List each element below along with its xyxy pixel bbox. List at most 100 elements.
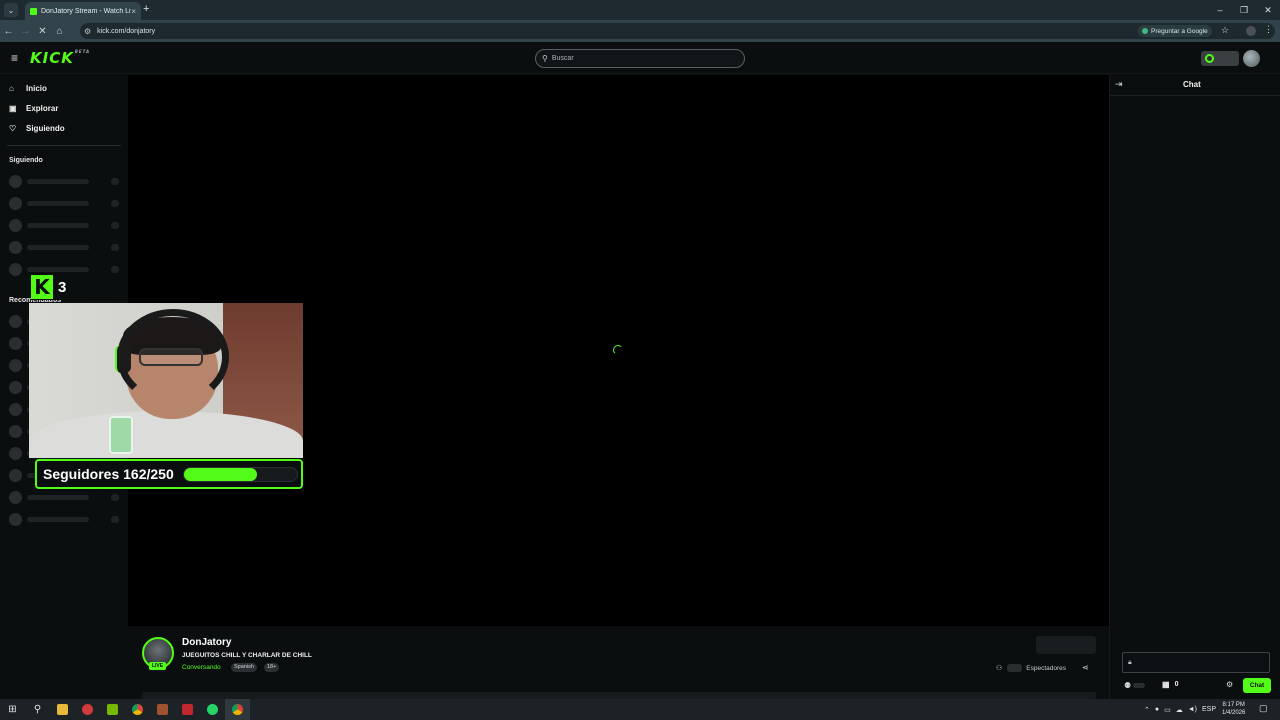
browser-tab-bar: ⌄ DonJatory Stream - Watch Live × + – ❐ … [0,0,1280,20]
explore-icon: ▣ [9,104,17,113]
system-tray: ⌃ ● ▭ ☁ ◄) ESP [1144,699,1221,720]
webcam-feed [29,303,303,458]
stream-category[interactable]: Conversando [182,664,221,671]
followers-progress-track [183,467,298,482]
bookmark-star-icon[interactable]: ☆ [1221,25,1229,36]
nvidia-icon[interactable] [100,699,125,720]
viewers-icon: ⚇ [996,665,1003,672]
file-explorer-icon[interactable] [50,699,75,720]
chat-settings-icon[interactable]: ⚙ [1226,680,1233,689]
close-window-button[interactable]: ✕ [1256,0,1280,20]
tab-search-icon[interactable]: ⌄ [4,3,18,17]
sidebar-item-siguiendo[interactable]: ♡ Siguiendo [9,124,65,133]
site-info-icon[interactable]: ⚙ [84,27,91,36]
url-field[interactable]: ⚙ kick.com/donjatory [80,23,1275,39]
search-box[interactable]: ⚲ [535,49,745,68]
emote-icon[interactable]: ⚉ [1124,681,1131,690]
forward-icon[interactable]: → [17,26,34,37]
new-tab-button[interactable]: + [143,3,149,15]
clock-time: 8:17 PM [1222,702,1245,708]
sidebar-item-inicio[interactable]: ⌂ Inicio [9,84,47,93]
kick-count-badge: K 3 [31,274,75,300]
tag-language[interactable]: Spanish [231,663,257,672]
stream-title: JUEGUITOS CHILL Y CHARLAR DE CHILL [182,652,312,659]
game-icon[interactable] [150,699,175,720]
chat-title: Chat [1183,80,1201,89]
tab-close-icon[interactable]: × [131,7,136,16]
viewers-label: Espectadores [1026,664,1067,672]
tab-title: DonJatory Stream - Watch Live [41,7,132,15]
chrome-icon[interactable] [125,699,150,720]
whatsapp-icon[interactable] [200,699,225,720]
kick-logo[interactable]: KICKBETA [30,49,90,67]
user-avatar[interactable] [1243,50,1260,67]
app-red-icon[interactable] [175,699,200,720]
chat-header: ⇥ Chat [1110,75,1280,96]
followers-goal-text: Seguidores 162/250 [43,466,174,482]
channel-skeleton [9,491,121,504]
volume-icon[interactable]: ◄) [1188,706,1197,713]
chat-input[interactable]: 🔒︎ [1122,652,1270,673]
streamer-name[interactable]: DonJatory [182,637,231,648]
theme-toggle[interactable] [1201,51,1239,66]
points-count: 0 [1174,681,1179,688]
language-indicator[interactable]: ESP [1202,706,1216,713]
chrome-active-icon[interactable] [225,699,250,720]
url-text: kick.com/donjatory [97,27,156,35]
logo-text: KICK [30,49,74,67]
mic-icon[interactable]: ● [1155,706,1159,713]
search-input[interactable] [551,55,732,62]
browser-menu-icon[interactable]: ⋮ [1264,24,1273,35]
follow-button-skeleton [1036,636,1096,654]
stop-loading-icon[interactable]: ✕ [34,26,51,37]
kick-k-logo: K [31,275,53,299]
windows-taskbar: ⊞ ⚲ ⌃ ● ▭ ☁ ◄) ESP 8:17 PM 1/4/2026 ▢ [0,699,1280,720]
window-controls: – ❐ ✕ [1208,0,1280,20]
clock-date: 1/4/2026 [1222,710,1246,716]
loading-spinner-icon [613,345,623,355]
sidebar-item-label: Siguiendo [26,124,65,133]
channel-skeleton [9,241,121,254]
home-icon: ⌂ [9,84,14,93]
clock[interactable]: 8:17 PM 1/4/2026 [1222,701,1245,717]
search-taskbar-icon[interactable]: ⚲ [25,699,50,720]
heart-icon: ♡ [9,124,17,133]
points-counter[interactable]: ▦ 0 [1162,680,1178,689]
chat-send-button[interactable]: Chat [1243,678,1271,693]
tag-age[interactable]: 18+ [264,663,280,672]
search-icon: ⚲ [542,54,548,63]
start-icon[interactable]: ⊞ [0,699,25,720]
browser-profile-icon[interactable] [1246,26,1256,36]
notifications-icon[interactable]: ▢ [1259,703,1268,714]
chest-icon: ▦ [1162,680,1170,689]
address-bar-row: ← → ✕ ⌂ ⚙ kick.com/donjatory [0,20,1280,42]
emote-skeleton [1133,683,1146,688]
kick-count: 3 [58,278,67,296]
ask-google-label: Preguntar a Google [1151,27,1208,35]
toggle-knob [1205,54,1214,63]
viewer-count-skeleton [1007,664,1023,672]
channel-skeleton [9,513,121,526]
collapse-chat-icon[interactable]: ⇥ [1115,79,1123,90]
browser-tab[interactable]: DonJatory Stream - Watch Live × [25,2,141,20]
logo-beta: BETA [74,49,91,54]
back-icon[interactable]: ← [0,26,17,37]
home-browser-icon[interactable]: ⌂ [51,26,68,37]
media-app-icon[interactable] [75,699,100,720]
tray-expand-icon[interactable]: ⌃ [1144,706,1150,714]
live-badge: LIVE [149,662,166,670]
menu-icon[interactable]: ≡ [11,51,18,65]
share-icon[interactable]: ⋖ [1082,663,1089,672]
sidebar-item-label: Inicio [26,84,47,93]
lock-icon: 🔒︎ [1128,658,1132,666]
followers-progress-fill [184,468,258,481]
channel-skeleton [9,175,121,188]
network-icon[interactable]: ▭ [1164,706,1171,714]
restore-button[interactable]: ❐ [1232,0,1256,20]
ask-google-button[interactable]: Preguntar a Google [1138,25,1212,37]
sidebar-item-label: Explorar [26,104,59,113]
content-strip-skeleton [142,692,1096,699]
sidebar-item-explorar[interactable]: ▣ Explorar [9,104,58,113]
cloud-icon[interactable]: ☁ [1176,706,1183,714]
minimize-button[interactable]: – [1208,0,1232,20]
